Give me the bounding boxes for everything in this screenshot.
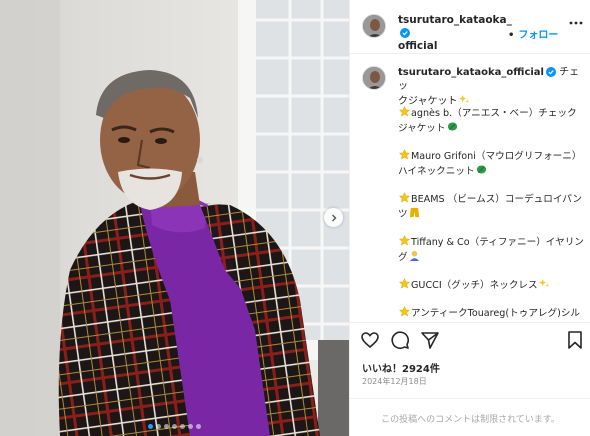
post-date[interactable]: 2024年12月18日 <box>362 376 427 387</box>
username-line-1: tsurutaro_kataoka_ <box>398 14 512 26</box>
sparkle-icon <box>458 94 469 104</box>
caption-header: tsurutaro_kataoka_official チェッ クジャケット <box>398 66 584 109</box>
carousel-dot[interactable] <box>196 424 201 429</box>
post-header: tsurutaro_kataoka_ official • フォロー <box>350 0 590 54</box>
star-icon <box>399 278 410 289</box>
caption-item-text: アンティークTouareg(トゥアレグ)シルバーリング <box>411 308 581 319</box>
action-bar <box>350 322 590 356</box>
like-count[interactable]: いいね！2924件 <box>362 360 440 375</box>
carousel-indicator <box>0 424 349 429</box>
carousel-dot[interactable] <box>156 424 161 429</box>
caption-item-text: GUCCI（グッチ）ネックレス <box>411 280 538 291</box>
sparkle-icon <box>538 278 549 288</box>
comment-icon[interactable] <box>390 330 410 350</box>
star-icon <box>399 306 410 317</box>
carousel-dot[interactable] <box>188 424 193 429</box>
caption-item: GUCCI（グッチ）ネックレス <box>398 278 584 293</box>
star-icon <box>399 235 410 246</box>
carousel-dot[interactable] <box>164 424 169 429</box>
caption-item-text: Mauro Grifoni（マウログリフォーニ）ハイネックニット <box>398 151 582 177</box>
caption-item-text: BEAMS （ビームス）コーデュロイパンツ <box>398 194 582 220</box>
caption-item: agnès b.（アニエス・ベー）チェックジャケット <box>398 106 584 136</box>
avatar[interactable] <box>362 14 386 38</box>
bookmark-icon[interactable] <box>565 330 585 350</box>
separator-dot: • <box>508 30 515 41</box>
comment-restricted-text: この投稿へのコメントは制限されています。 <box>381 415 560 425</box>
caption-item-list: agnès b.（アニエス・ベー）チェックジャケット Mauro Grifoni（… <box>398 106 584 322</box>
comment-restricted-notice: この投稿へのコメントは制限されています。 <box>350 398 590 436</box>
more-options-icon[interactable] <box>568 18 584 28</box>
carousel-dot[interactable] <box>148 424 153 429</box>
avatar-image <box>363 15 385 37</box>
username-line-2: official <box>398 40 438 52</box>
username-link[interactable]: tsurutaro_kataoka_ official <box>398 14 516 53</box>
leaf-icon <box>476 165 486 174</box>
follow-label: フォロー <box>518 30 559 41</box>
verified-badge-icon <box>545 67 556 77</box>
leaf-icon <box>447 122 457 131</box>
caption-item: Mauro Grifoni（マウログリフォーニ）ハイネックニット <box>398 149 584 179</box>
post-image <box>0 0 349 436</box>
next-slide-button[interactable] <box>324 208 343 227</box>
pants-icon <box>409 207 419 218</box>
caption-item: Tiffany & Co（ティファニー）イヤリング <box>398 235 584 265</box>
caption-username[interactable]: tsurutaro_kataoka_official <box>398 67 544 78</box>
caption-item-text: agnès b.（アニエス・ベー）チェックジャケット <box>398 108 577 134</box>
avatar-image <box>363 67 385 89</box>
post-sidebar: tsurutaro_kataoka_ official • フォロー tsurut… <box>349 0 590 436</box>
carousel-dot[interactable] <box>180 424 185 429</box>
star-icon <box>399 192 410 203</box>
carousel-dot[interactable] <box>172 424 177 429</box>
follow-button[interactable]: • フォロー <box>508 26 558 41</box>
heart-icon[interactable] <box>360 330 380 350</box>
caption-avatar[interactable] <box>362 66 386 90</box>
share-icon[interactable] <box>420 330 440 350</box>
caption-item: BEAMS （ビームス）コーデュロイパンツ <box>398 192 584 222</box>
caption-item-text: Tiffany & Co（ティファニー）イヤリング <box>398 237 584 263</box>
star-icon <box>399 149 410 160</box>
verified-badge-icon <box>400 28 410 38</box>
star-icon <box>399 106 410 117</box>
caption-area: tsurutaro_kataoka_official チェッ クジャケット agn… <box>350 54 590 322</box>
post-photo[interactable] <box>0 0 349 436</box>
ear-icon <box>409 250 419 261</box>
chevron-right-icon <box>331 214 336 221</box>
caption-item: アンティークTouareg(トゥアレグ)シルバーリング <box>398 306 584 322</box>
